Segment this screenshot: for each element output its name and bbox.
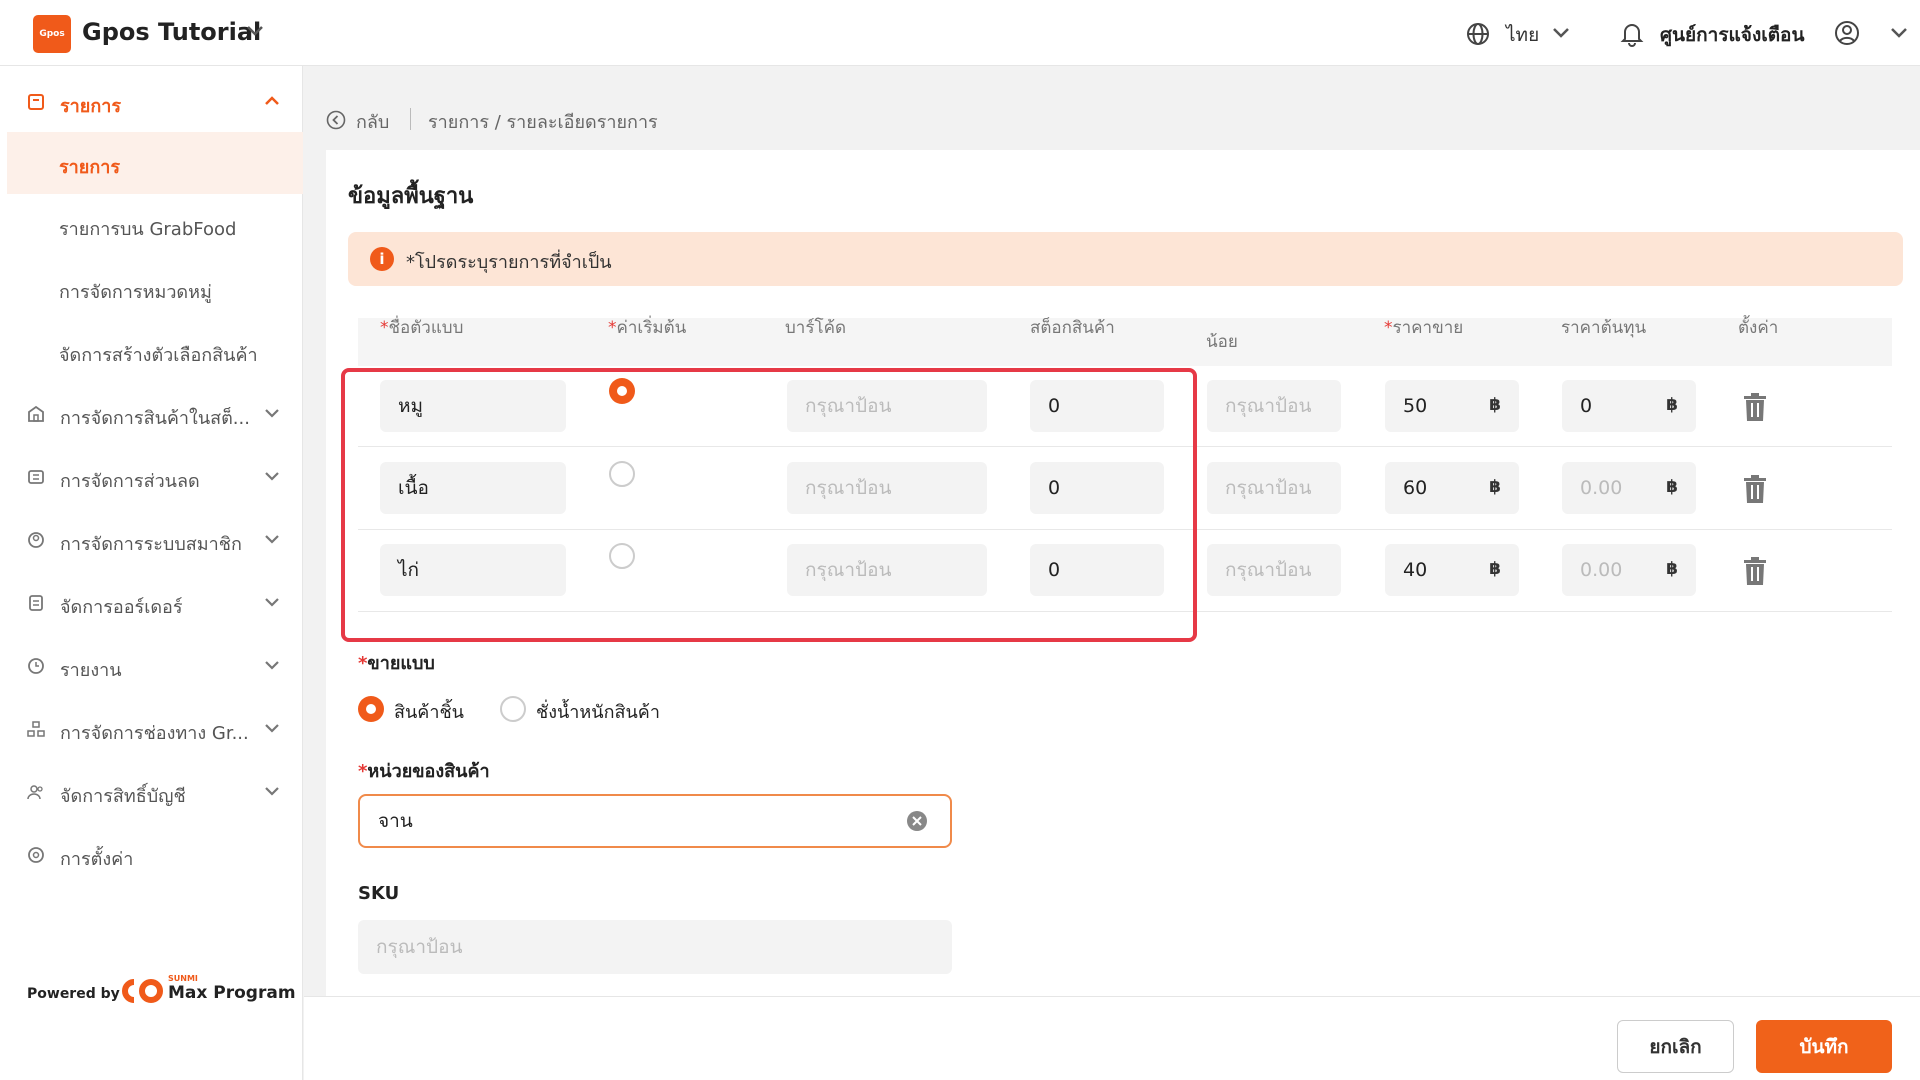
notification-center-link[interactable]: ศูนย์การแจ้งเตือน	[1660, 20, 1804, 50]
sku-input[interactable]: กรุณาป้อน	[358, 920, 952, 974]
unit-label: *หน่วยของสินค้า	[358, 761, 490, 782]
chevron-down-icon[interactable]	[246, 25, 264, 37]
chevron-down-icon[interactable]	[264, 660, 280, 670]
clear-icon[interactable]	[906, 810, 928, 832]
sidebar-item-accounts[interactable]: จัดการสิทธิ์บัญชี	[0, 770, 303, 814]
sidebar-item-products[interactable]: รายการ	[0, 80, 303, 124]
sell-by-weight-radio[interactable]	[500, 696, 526, 722]
back-circle-icon[interactable]	[326, 110, 346, 130]
column-header-default: *ค่าเริ่มต้น	[608, 318, 687, 338]
column-header-stock: สต็อกสินค้า	[1030, 318, 1115, 338]
cost-input[interactable]: 0 ฿	[1562, 380, 1696, 432]
price-input[interactable]: 60 ฿	[1385, 462, 1519, 514]
sidebar-item-orders[interactable]: จัดการออร์เดอร์	[0, 581, 303, 625]
account-icon	[27, 785, 43, 800]
trash-icon[interactable]	[1743, 393, 1767, 421]
sidebar-subitem-options[interactable]: จัดการสร้างตัวเลือกสินค้า	[59, 340, 258, 369]
brand-name: Max Program	[168, 983, 296, 1003]
sell-by-piece-radio[interactable]	[358, 696, 384, 722]
sidebar-item-channels[interactable]: การจัดการช่องทาง Gr...	[0, 707, 303, 751]
member-icon	[28, 532, 44, 548]
min-stock-input[interactable]: กรุณาป้อน	[1207, 462, 1341, 514]
min-stock-input[interactable]: กรุณาป้อน	[1207, 544, 1341, 596]
section-title: ข้อมูลพื้นฐาน	[348, 184, 474, 209]
app-title[interactable]: Gpos Tutorial	[82, 18, 261, 46]
order-icon	[29, 595, 43, 611]
column-header-price: *ราคาขาย	[1384, 318, 1464, 338]
discount-icon	[28, 470, 44, 484]
sell-by-label: *ขายแบบ	[358, 653, 435, 674]
chevron-down-icon[interactable]	[1890, 27, 1908, 39]
save-button[interactable]: บันทึก	[1756, 1020, 1892, 1073]
sidebar-item-reports[interactable]: รายงาน	[0, 644, 303, 688]
chevron-down-icon[interactable]	[264, 597, 280, 607]
sidebar: รายการ รายการ รายการบน GrabFood การจัดกา…	[0, 66, 303, 1080]
sidebar-item-stock[interactable]: การจัดการสินค้าในสต็...	[0, 392, 303, 436]
price-input[interactable]: 50 ฿	[1385, 380, 1519, 432]
sku-label: SKU	[358, 883, 400, 904]
chevron-down-icon[interactable]	[264, 786, 280, 796]
unit-input[interactable]: จาน	[358, 794, 952, 848]
variant-table-header	[358, 318, 1892, 366]
language-selector[interactable]: ไทย	[1506, 20, 1539, 50]
sidebar-item-discount[interactable]: การจัดการส่วนลด	[0, 455, 303, 499]
sidebar-item-label: รายการ	[60, 96, 121, 117]
price-input[interactable]: 40 ฿	[1385, 544, 1519, 596]
sell-by-piece-label[interactable]: สินค้าชิ้น	[394, 697, 464, 726]
cost-input[interactable]: 0.00 ฿	[1562, 544, 1696, 596]
sidebar-item-members[interactable]: การจัดการระบบสมาชิก	[0, 518, 303, 562]
sidebar-subitem-products[interactable]: รายการ	[7, 132, 303, 194]
chevron-up-icon[interactable]	[264, 96, 280, 106]
breadcrumb-divider	[410, 108, 411, 130]
back-link[interactable]: กลับ	[356, 107, 389, 136]
top-header: Gpos Gpos Tutorial ไทย ศูนย์การแจ้งเตือน	[0, 0, 1920, 66]
globe-icon[interactable]	[1466, 22, 1490, 46]
cost-input[interactable]: 0.00 ฿	[1562, 462, 1696, 514]
breadcrumb: รายการ / รายละเอียดรายการ	[428, 112, 658, 133]
max-program-logo-icon	[122, 979, 163, 1003]
sidebar-subitem-grabfood[interactable]: รายการบน GrabFood	[59, 214, 236, 243]
store-icon	[28, 405, 44, 422]
column-header-name: *ชื่อตัวแบบ	[380, 318, 464, 338]
sidebar-item-settings[interactable]: การตั้งค่า	[0, 833, 303, 877]
trash-icon[interactable]	[1743, 557, 1767, 585]
highlight-box	[341, 368, 1197, 642]
sell-by-weight-label[interactable]: ชั่งน้ำหนักสินค้า	[536, 697, 660, 726]
app-logo[interactable]: Gpos	[33, 15, 71, 53]
info-icon: i	[370, 247, 394, 271]
settings-icon	[28, 847, 44, 863]
brand-small-text: SUNMI	[168, 974, 198, 983]
user-avatar-icon[interactable]	[1834, 20, 1860, 46]
chevron-down-icon[interactable]	[264, 723, 280, 733]
min-stock-input[interactable]: กรุณาป้อน	[1207, 380, 1341, 432]
channel-icon	[27, 721, 45, 737]
sidebar-subitem-categories[interactable]: การจัดการหมวดหมู่	[59, 277, 212, 306]
cancel-button[interactable]: ยกเลิก	[1617, 1020, 1734, 1073]
alert-text: *โปรดระบุรายการที่จำเป็น	[406, 252, 612, 273]
powered-by-label: Powered by	[27, 986, 120, 1002]
chevron-down-icon[interactable]	[264, 408, 280, 418]
report-icon	[28, 658, 44, 674]
chevron-down-icon[interactable]	[264, 534, 280, 544]
trash-icon[interactable]	[1743, 475, 1767, 503]
column-header-barcode: บาร์โค้ด	[785, 318, 847, 338]
column-header-min: น้อย	[1206, 332, 1238, 352]
column-header-actions: ตั้งค่า	[1738, 318, 1779, 338]
clipboard-icon	[28, 94, 44, 110]
required-alert: i *โปรดระบุรายการที่จำเป็น	[348, 232, 1903, 286]
chevron-down-icon[interactable]	[1552, 27, 1570, 39]
bell-icon[interactable]	[1620, 21, 1644, 47]
column-header-cost: ราคาต้นทุน	[1561, 318, 1647, 338]
chevron-down-icon[interactable]	[264, 471, 280, 481]
